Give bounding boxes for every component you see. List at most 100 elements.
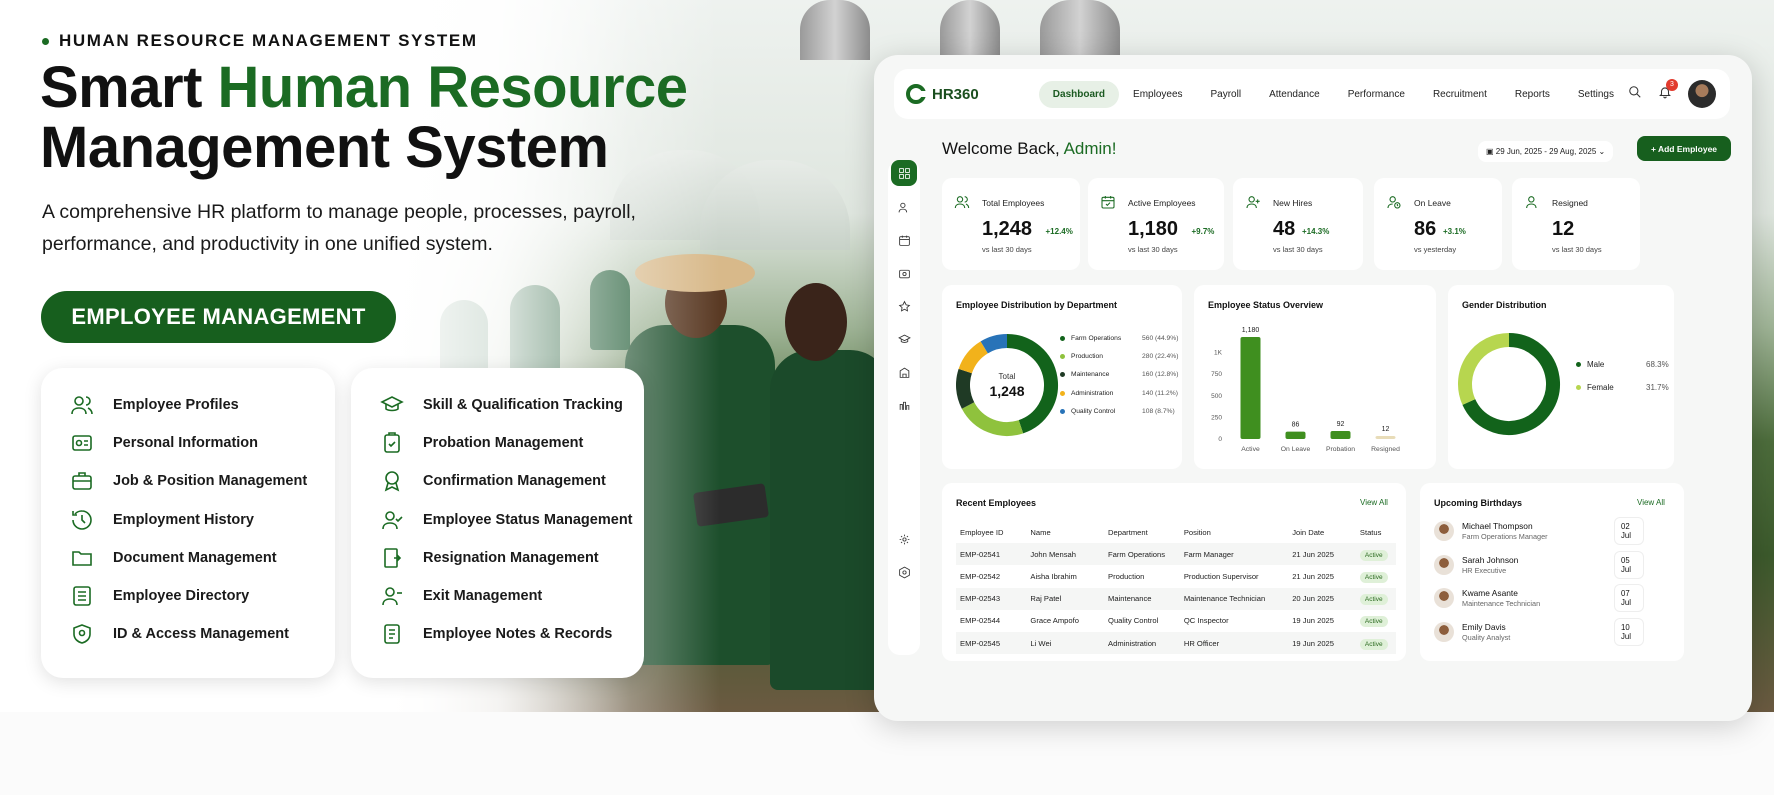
page-title: Smart Human Resource Management System <box>40 58 688 178</box>
department-slice-quality-control[interactable] <box>980 334 1008 354</box>
kpi-card[interactable]: On Leave 86 +3.1% vs yesterday <box>1374 178 1502 270</box>
kpi-card[interactable]: Active Employees 1,180 +9.7% vs last 30 day… <box>1088 178 1224 270</box>
add-employee-button[interactable]: + Add Employee <box>1637 136 1731 161</box>
table-row[interactable]: EMP-02541 John Mensah Farm Operations Farm … <box>956 543 1396 566</box>
kpi-value: 1,180 <box>1128 218 1179 240</box>
birthday-item[interactable]: Emily Davis Quality Analyst 10 Jul <box>1434 617 1644 646</box>
birthdays-panel: Upcoming Birthdays View All Michael Thom… <box>1420 483 1684 661</box>
feature-item: ID & Access Management <box>69 615 335 653</box>
department-slice-production[interactable] <box>961 401 1024 436</box>
birthday-item[interactable]: Kwame Asante Maintenance Technician 07 Jul <box>1434 584 1644 612</box>
status-bar-probation[interactable] <box>1330 431 1351 439</box>
search-icon[interactable] <box>1628 85 1642 104</box>
legend-swatch <box>1060 354 1065 360</box>
x-tick-label: Active <box>1241 446 1260 453</box>
bar-value-label: 92 <box>1337 421 1345 428</box>
nav-item-payroll[interactable]: Payroll <box>1197 81 1256 108</box>
user-minus-icon <box>1524 194 1540 210</box>
date-range-picker[interactable]: ▣ 29 Jun, 2025 - 29 Aug, 2025 ⌄ <box>1478 141 1614 162</box>
table-row[interactable]: EMP-02544 Grace Ampofo Quality Control QC I… <box>956 610 1396 632</box>
table-cell: QC Inspector <box>1183 616 1229 626</box>
department-slice-maintenance[interactable] <box>956 368 975 409</box>
status-bar-chart: 1K 750 500 250 0 1,180 Active 86 On Leave 92 Proba… <box>1211 327 1400 453</box>
table-row[interactable]: EMP-02543 Raj Patel Maintenance Maintenance… <box>956 587 1396 610</box>
wallet-icon[interactable] <box>891 260 917 286</box>
department-slice-administration[interactable] <box>958 341 989 374</box>
feature-item: Skill & Qualification Tracking <box>379 386 644 424</box>
birthday-role: Maintenance Technician <box>1462 599 1541 608</box>
building-icon[interactable] <box>891 359 917 385</box>
help-icon[interactable] <box>891 559 917 585</box>
logo-text: HR360 <box>932 85 979 103</box>
bar-value-label: 1,180 <box>1242 327 1260 334</box>
legend-label: Maintenance <box>1071 371 1110 379</box>
nav-item-settings[interactable]: Settings <box>1564 81 1628 108</box>
table-cell: 21 Jun 2025 <box>1292 571 1334 581</box>
page-footer-strip <box>0 712 1774 795</box>
avatar[interactable] <box>1688 80 1716 108</box>
birthday-item[interactable]: Sarah Johnson HR Executive 05 Jul <box>1434 550 1644 579</box>
silo-shape <box>800 0 870 60</box>
table-cell: EMP-02542 <box>960 571 1001 581</box>
panel-title: Employee Status Overview <box>1208 300 1324 310</box>
column-header[interactable]: Department <box>1108 528 1184 537</box>
kpi-card[interactable]: Total Employees 1,248 +12.4% vs last 30 day… <box>942 178 1080 270</box>
birthday-item[interactable]: Michael Thompson Farm Operations Manager 0… <box>1434 517 1644 545</box>
bell-icon[interactable]: 3 <box>1658 78 1678 104</box>
star-icon[interactable] <box>891 293 917 319</box>
award-icon <box>379 468 405 494</box>
kpi-label: New Hires <box>1273 198 1313 208</box>
graduation-cap-icon[interactable] <box>891 326 917 352</box>
nav-item-reports[interactable]: Reports <box>1501 81 1564 108</box>
users-icon[interactable] <box>891 194 917 220</box>
panel-title: Employee Distribution by Department <box>956 300 1118 310</box>
status-badge: Active <box>1359 594 1388 606</box>
birthdays-view-all-link[interactable]: View All <box>1637 498 1665 507</box>
donut-center-value: 1,248 <box>989 383 1025 399</box>
title-part1: Smart <box>40 55 218 120</box>
nav-item-employees[interactable]: Employees <box>1119 81 1196 108</box>
nav-item-attendance[interactable]: Attendance <box>1255 81 1334 108</box>
status-bar-active[interactable] <box>1240 337 1261 439</box>
welcome-prefix: Welcome Back, <box>942 139 1064 158</box>
status-bar-on-leave[interactable] <box>1285 431 1306 439</box>
column-header[interactable]: Join Date <box>1292 528 1360 537</box>
kpi-change: +9.7% <box>1191 227 1215 236</box>
folder-icon <box>69 545 95 571</box>
dashboard-grid-icon[interactable] <box>891 160 917 186</box>
column-header[interactable]: Position <box>1184 528 1292 537</box>
chart-icon[interactable] <box>891 392 917 418</box>
x-tick-label: Resigned <box>1371 446 1400 453</box>
y-tick-label: 0 <box>1218 436 1222 443</box>
legend-value: 68.3% <box>1646 360 1669 369</box>
kpi-value: 48 <box>1273 218 1296 240</box>
settings-gear-icon[interactable] <box>891 526 917 552</box>
kpi-card[interactable]: New Hires 48 +14.3% vs last 30 days <box>1233 178 1363 270</box>
table-row[interactable]: EMP-02542 Aisha Ibrahim Production Producti… <box>956 565 1396 587</box>
table-cell: HR Officer <box>1183 638 1220 648</box>
feature-label: Employee Profiles <box>113 397 239 414</box>
gender-slice-female[interactable] <box>1458 333 1510 405</box>
column-header[interactable]: Name <box>1030 528 1108 537</box>
logo[interactable]: HR360 <box>906 84 1039 104</box>
feature-item: Employee Directory <box>69 577 335 615</box>
top-navbar: HR360 Dashboard Employees Payroll Attendanc… <box>894 69 1730 119</box>
status-bar-resigned[interactable] <box>1375 436 1396 439</box>
feature-label: Employee Directory <box>113 588 250 605</box>
legend-swatch <box>1576 385 1581 390</box>
nav-item-recruitment[interactable]: Recruitment <box>1419 81 1501 108</box>
nav-item-performance[interactable]: Performance <box>1334 81 1419 108</box>
clipboard-check-icon <box>379 430 405 456</box>
recent-view-all-link[interactable]: View All <box>1360 498 1388 507</box>
x-tick-label: On Leave <box>1281 446 1311 453</box>
column-header[interactable]: Status <box>1360 528 1396 537</box>
employee-management-button[interactable]: EMPLOYEE MANAGEMENT <box>41 291 396 343</box>
calendar-icon[interactable] <box>891 227 917 253</box>
column-header[interactable]: Employee ID <box>956 528 1030 537</box>
feature-label: Confirmation Management <box>423 473 606 490</box>
legend-value: 560 (44.9%) <box>1142 335 1179 342</box>
kpi-card[interactable]: Resigned 12 vs last 30 days <box>1512 178 1640 270</box>
nav-item-dashboard[interactable]: Dashboard <box>1038 80 1120 108</box>
table-row[interactable]: EMP-02545 Li Wei Administration HR Officer 1… <box>956 631 1396 655</box>
eyebrow-text: HUMAN RESOURCE MANAGEMENT SYSTEM <box>59 31 478 50</box>
